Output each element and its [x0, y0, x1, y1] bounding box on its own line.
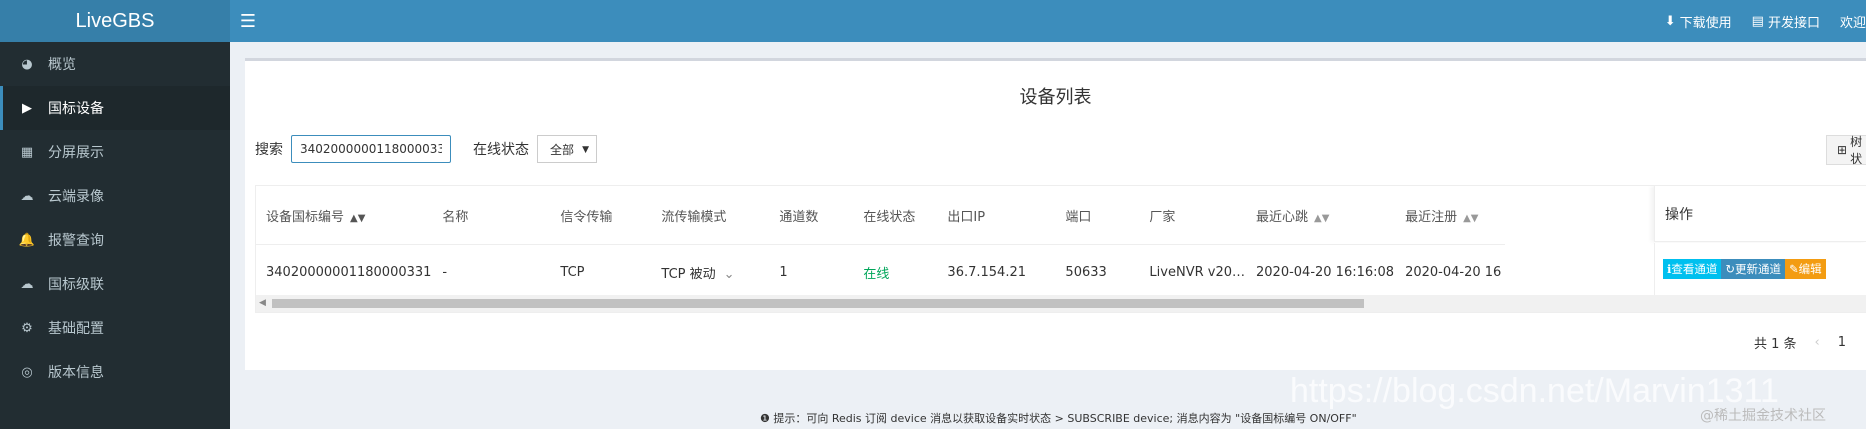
cell-stream[interactable]: TCP 被动 ⌄ [651, 245, 769, 300]
total-count: 共 1 条 [1753, 337, 1797, 352]
caret-down-icon: ▼ [582, 145, 590, 155]
col-status: 在线状态 [853, 186, 938, 245]
brand-logo[interactable]: LiveGBS [0, 0, 230, 42]
device-list-panel: 设备列表 搜索 在线状态 全部▼ ⊞树状 设备国标编号▲▼ 名称 信令传输 流传… [245, 58, 1866, 370]
table-header-row: 设备国标编号 ▲▼ 名称 信令传输 流传输模式 通道数 在线状态 出口IP 端口 … [256, 186, 1506, 245]
prev-page-button[interactable]: ‹ [1815, 335, 1820, 350]
cell-port: 50633 [1065, 264, 1107, 280]
col-ops: 操作 [1654, 186, 1866, 242]
page-title: 设备列表 [1019, 87, 1092, 108]
table-row: 34020000001180000331 - TCP TCP 被动 ⌄ 1 在线 … [256, 245, 1505, 300]
refresh-channels-button[interactable]: ↻ 更新通道 [1721, 259, 1786, 279]
sidebar-item-version[interactable]: ◎ 版本信息 [0, 350, 230, 394]
download-link[interactable]: ⬇ 下载使用 [1665, 12, 1732, 31]
col-register[interactable]: 最近注册 ▲▼ [1395, 186, 1506, 245]
download-icon: ⬇ [1664, 13, 1676, 29]
cell-heartbeat: 2020-04-20 16:16:08 [1256, 264, 1395, 280]
chevron-down-icon: ⌄ [723, 266, 735, 282]
sidebar-item-cascade[interactable]: ☁ 国标级联 [0, 262, 230, 306]
sitemap-icon: ⊞ [1837, 143, 1848, 157]
sidebar-item-config[interactable]: ⚙ 基础配置 [0, 306, 230, 350]
scroll-left-icon[interactable]: ◀ [259, 298, 266, 308]
bell-icon: 🔔 [18, 232, 36, 248]
menu-toggle-icon[interactable]: ☰ [230, 11, 266, 32]
cell-name: - [442, 264, 448, 280]
sort-icon[interactable]: ▲▼ [1314, 213, 1329, 224]
sidebar-item-cloud-record[interactable]: ☁ 云端录像 [0, 174, 230, 218]
cell-signal: TCP [560, 264, 585, 280]
grid-icon: ▦ [20, 144, 34, 160]
top-header: ☰ ⬇ 下载使用 ▤ 开发接口 欢迎 [230, 0, 1866, 42]
status-label: 在线状态 [473, 142, 529, 158]
welcome-user[interactable]: 欢迎 [1840, 12, 1866, 31]
cogs-icon: ⚙ [21, 320, 33, 336]
sidebar-menu: ◕ 概览 ▶ 国标设备 ▦ 分屏展示 ☁ 云端录像 🔔 报警查询 ☁ 国标级联 ⚙ 基础配置 … [0, 42, 230, 394]
page-number-button[interactable]: 1 [1838, 335, 1846, 350]
book-icon: ▤ [1751, 13, 1764, 29]
col-name: 名称 [432, 186, 551, 245]
cell-channels: 1 [779, 264, 788, 280]
redis-tip: ❶ 提示：可向 Redis 订阅 device 消息以获取设备实时状态 > SU… [760, 412, 1357, 425]
sidebar: LiveGBS ◕ 概览 ▶ 国标设备 ▦ 分屏展示 ☁ 云端录像 🔔 报警查询 ☁ 国标级… [0, 0, 230, 429]
life-ring-icon: ◎ [21, 364, 33, 380]
cloud-icon: ☁ [20, 188, 34, 204]
cell-register: 2020-04-20 16 [1405, 264, 1502, 280]
cloud-upload-icon: ☁ [20, 276, 34, 292]
edit-icon: ✎ [1789, 262, 1799, 276]
col-signal: 信令传输 [550, 186, 652, 245]
api-docs-link[interactable]: ▤ 开发接口 [1752, 12, 1820, 31]
sidebar-item-alarm[interactable]: 🔔 报警查询 [0, 218, 230, 262]
sort-icon[interactable]: ▲▼ [350, 213, 365, 224]
filter-toolbar: 搜索 在线状态 全部▼ [255, 135, 598, 163]
col-device-id[interactable]: 设备国标编号 ▲▼ [256, 186, 433, 245]
col-ip: 出口IP [937, 186, 1056, 245]
col-heartbeat[interactable]: 最近心跳 ▲▼ [1246, 186, 1396, 245]
cell-status: 在线 [863, 266, 890, 282]
col-vendor: 厂家 [1139, 186, 1246, 245]
refresh-icon: ↻ [1725, 262, 1736, 276]
sort-icon[interactable]: ▲▼ [1463, 213, 1478, 224]
horizontal-scrollbar[interactable]: ◀ [256, 295, 1866, 312]
edit-button[interactable]: ✎ 编辑 [1785, 259, 1826, 279]
cell-vendor: LiveNVR v20… [1149, 264, 1245, 280]
pagination: 共 1 条 ‹ 1 [1754, 333, 1846, 352]
device-table: 设备国标编号 ▲▼ 名称 信令传输 流传输模式 通道数 在线状态 出口IP 端口 … [255, 185, 1866, 313]
sidebar-item-gb-devices[interactable]: ▶ 国标设备 [0, 86, 230, 130]
sidebar-item-split-screen[interactable]: ▦ 分屏展示 [0, 130, 230, 174]
search-label: 搜索 [255, 142, 283, 158]
search-input[interactable] [291, 135, 451, 163]
watermark-site: @稀土掘金技术社区 [1700, 408, 1826, 424]
view-channels-button[interactable]: ℹ 查看通道 [1663, 259, 1722, 279]
cell-ip: 36.7.154.21 [947, 264, 1026, 280]
status-select[interactable]: 全部 ▼ [537, 135, 598, 163]
sidebar-item-overview[interactable]: ◕ 概览 [0, 42, 230, 86]
dashboard-icon: ◕ [21, 56, 33, 72]
col-port: 端口 [1055, 186, 1140, 245]
scroll-thumb[interactable] [272, 299, 1364, 308]
video-camera-icon: ▶ [22, 100, 32, 116]
cell-device-id: 34020000001180000331 [266, 264, 432, 280]
col-channels: 通道数 [769, 186, 854, 245]
tree-view-button[interactable]: ⊞ 树状 [1826, 135, 1866, 166]
col-stream: 流传输模式 [651, 186, 770, 245]
cell-ops: ℹ 查看通道 ↻ 更新通道 ✎ 编辑 [1654, 243, 1866, 295]
